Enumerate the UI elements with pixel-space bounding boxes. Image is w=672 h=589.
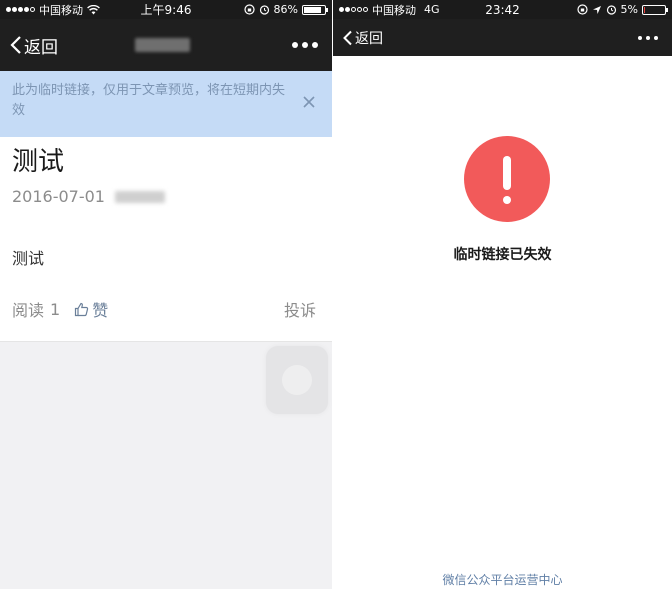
- more-menu-button[interactable]: [288, 36, 322, 54]
- back-label: 返回: [24, 37, 58, 58]
- more-dot-icon: [654, 35, 658, 40]
- article-body: 测试: [12, 249, 45, 268]
- wifi-icon: [87, 4, 100, 14]
- banner-text: 此为临时链接，仅用于文章预览，将在短期内失效: [12, 83, 286, 118]
- back-button[interactable]: 返回: [343, 28, 383, 48]
- like-label: 赞: [92, 301, 109, 320]
- signal-icon: [6, 7, 35, 12]
- article-footer: 阅读 1 赞 投诉: [12, 297, 316, 321]
- article-title: 测试: [12, 147, 65, 177]
- alarm-icon: [259, 5, 269, 15]
- temporary-link-banner: 此为临时链接，仅用于文章预览，将在短期内失效: [0, 71, 332, 137]
- assistive-touch-icon: [282, 365, 312, 395]
- status-bar: 中国移动 上午9:46 86%: [0, 0, 332, 19]
- back-button[interactable]: 返回: [10, 33, 58, 58]
- footer-link[interactable]: 微信公众平台运营中心: [333, 571, 672, 588]
- alarm-icon: [606, 5, 616, 15]
- report-link[interactable]: 投诉: [284, 297, 316, 321]
- chevron-left-icon: [10, 36, 21, 54]
- more-dot-icon: [292, 42, 298, 48]
- more-dot-icon: [638, 35, 642, 40]
- status-bar: 中国移动 4G 23:42 5%: [333, 0, 672, 19]
- orientation-lock-icon: [243, 4, 255, 15]
- more-dot-icon: [312, 42, 318, 48]
- author-redacted: [114, 190, 165, 203]
- thumbs-up-icon: [75, 302, 89, 316]
- battery-percent: 5%: [620, 3, 638, 16]
- back-label: 返回: [355, 30, 383, 47]
- nav-bar: 返回: [333, 19, 672, 56]
- carrier-name: 中国移动: [39, 3, 83, 17]
- battery-percent: 86%: [273, 3, 298, 16]
- more-menu-button[interactable]: [634, 30, 662, 46]
- nav-bar: 返回: [0, 19, 332, 71]
- read-count: 1: [50, 299, 61, 319]
- nav-title-redacted: [135, 38, 190, 52]
- error-message: 临时链接已失效: [453, 247, 552, 263]
- close-icon[interactable]: [300, 93, 318, 111]
- orientation-lock-icon: [576, 4, 588, 15]
- article-meta: 2016-07-01: [12, 187, 165, 206]
- floating-assistive-button[interactable]: [266, 346, 328, 414]
- article-date: 2016-07-01: [12, 187, 105, 206]
- signal-icon: [339, 7, 368, 12]
- chevron-left-icon: [343, 30, 352, 45]
- battery-icon: [642, 4, 668, 15]
- article-card: 测试 2016-07-01 测试 阅读 1 赞 投诉: [0, 137, 332, 342]
- battery-icon: [302, 4, 328, 15]
- read-label: 阅读: [12, 301, 45, 320]
- phone-screen-expired: 中国移动 4G 23:42 5% 返回 临时链接已失效 微信公众平台运营中心: [333, 0, 672, 589]
- network-type: 4G: [424, 3, 440, 16]
- more-dot-icon: [302, 42, 308, 48]
- carrier-name: 中国移动: [372, 3, 416, 17]
- error-exclamation-icon: [464, 136, 550, 222]
- like-button[interactable]: 赞: [74, 297, 108, 321]
- more-dot-icon: [646, 35, 650, 40]
- phone-screen-preview: 中国移动 上午9:46 86% 返回 此为临时链接，仅用于文章预览，将在短期内失…: [0, 0, 332, 589]
- location-arrow-icon: [592, 5, 601, 14]
